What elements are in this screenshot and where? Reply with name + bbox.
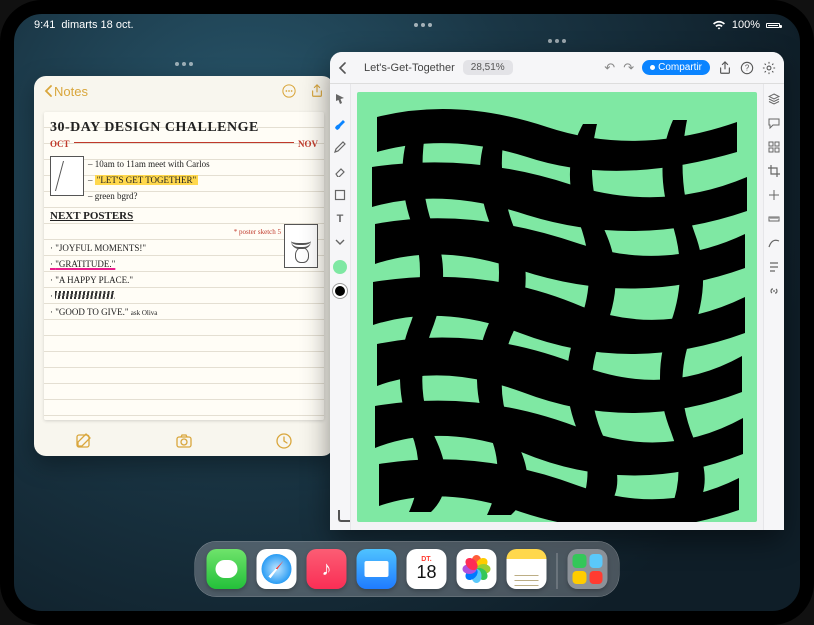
note-line: · "GOOD TO GIVE." ask Oliva (50, 304, 318, 321)
chevron-down-icon[interactable] (333, 236, 347, 250)
color-swatch-primary[interactable] (333, 260, 347, 274)
link-icon[interactable] (767, 284, 781, 298)
sketch-thumbnail (50, 156, 84, 196)
color-swatch-secondary[interactable] (333, 284, 347, 298)
left-tool-column: T (330, 84, 351, 530)
cursor-icon[interactable] (333, 92, 347, 106)
chevron-left-icon (44, 85, 52, 97)
note-months: OCT NOV (50, 136, 318, 152)
sketch-caption: * poster sketch 5 (50, 224, 318, 240)
brush-icon[interactable] (333, 116, 347, 130)
app-mail[interactable] (357, 549, 397, 589)
app-photos[interactable] (457, 549, 497, 589)
notes-back-label: Notes (54, 84, 88, 99)
panels-icon[interactable] (767, 140, 781, 154)
clock-icon[interactable] (275, 432, 293, 450)
app-notes[interactable] (507, 549, 547, 589)
note-line: · "A HAPPY PLACE." (50, 272, 318, 288)
app-messages[interactable] (207, 549, 247, 589)
ruler-icon[interactable] (767, 212, 781, 226)
notes-back-button[interactable]: Notes (44, 84, 88, 99)
presence-dot-icon (650, 65, 655, 70)
calendar-day: 18 (416, 563, 436, 581)
redo-icon[interactable]: ↷ (623, 60, 634, 76)
share-button[interactable]: Compartir (642, 60, 710, 75)
app-library[interactable] (568, 549, 608, 589)
crop-icon[interactable] (767, 164, 781, 178)
pencil-icon[interactable] (333, 140, 347, 154)
note-title: 30-DAY DESIGN CHALLENGE (50, 120, 318, 136)
layers-icon[interactable] (767, 92, 781, 106)
export-icon[interactable] (718, 61, 732, 75)
window-dots-icon[interactable] (175, 62, 193, 66)
note-line: · "JOYFUL MOMENTS!" (50, 240, 318, 256)
stage-manager-dots-icon (408, 23, 438, 28)
wifi-icon (712, 20, 726, 30)
comment-icon[interactable] (767, 116, 781, 130)
help-icon[interactable]: ? (740, 61, 754, 75)
guides-icon[interactable] (767, 188, 781, 202)
document-title[interactable]: Let's-Get-Together (364, 62, 455, 74)
share-icon[interactable] (310, 84, 324, 98)
notes-window[interactable]: Notes 30-DAY DESIGN CHALLENGE OCT NOV – … (34, 76, 334, 456)
drawing-window[interactable]: Let's-Get-Together 28,51% ↶ ↷ Compartir … (330, 52, 784, 530)
battery-percent: 100% (732, 19, 760, 31)
shape-icon[interactable] (333, 188, 347, 202)
app-calendar[interactable]: DT. 18 (407, 549, 447, 589)
app-safari[interactable] (257, 549, 297, 589)
drawing-toolbar: Let's-Get-Together 28,51% ↶ ↷ Compartir … (330, 52, 784, 84)
notes-content[interactable]: 30-DAY DESIGN CHALLENGE OCT NOV – 10am t… (34, 106, 334, 426)
note-subheading: NEXT POSTERS (50, 208, 318, 224)
zoom-level[interactable]: 28,51% (463, 60, 513, 75)
artwork-strokes (357, 92, 757, 522)
eraser-icon[interactable] (333, 164, 347, 178)
undo-icon[interactable]: ↶ (604, 60, 615, 76)
note-line: – 10am to 11am meet with Carlos (50, 156, 318, 172)
resize-handle-icon[interactable] (338, 510, 350, 522)
gear-icon[interactable] (762, 61, 776, 75)
ellipsis-circle-icon[interactable] (282, 84, 296, 98)
dock-separator (557, 553, 558, 589)
note-line: – green bgrd? (50, 188, 318, 204)
note-line: · (50, 288, 318, 304)
dock: ♪ DT. 18 (195, 541, 620, 597)
right-tool-column (763, 84, 784, 530)
status-time: 9:41 (34, 19, 55, 31)
canvas-area[interactable] (351, 84, 763, 530)
status-bar: 9:41 dimarts 18 oct. 100% (14, 14, 800, 36)
note-line: – "LET'S GET TOGETHER" (50, 172, 318, 188)
share-label: Compartir (658, 62, 702, 73)
curve-icon[interactable] (767, 236, 781, 250)
notes-toolbar: Notes (34, 76, 334, 106)
status-date: dimarts 18 oct. (61, 19, 133, 31)
artwork-canvas[interactable] (357, 92, 757, 522)
battery-icon (766, 23, 780, 28)
camera-icon[interactable] (175, 432, 193, 450)
chevron-left-icon[interactable] (338, 62, 346, 74)
month-to: NOV (298, 136, 318, 152)
compose-icon[interactable] (75, 432, 93, 450)
sketch-face (284, 224, 318, 268)
app-music[interactable]: ♪ (307, 549, 347, 589)
ipad-frame: 9:41 dimarts 18 oct. 100% Notes 30-DAY D… (0, 0, 814, 625)
window-dots-icon[interactable] (548, 39, 566, 43)
svg-text:?: ? (745, 63, 750, 72)
notes-bottom-toolbar (34, 426, 334, 456)
notes-page-left: 30-DAY DESIGN CHALLENGE OCT NOV – 10am t… (44, 112, 324, 420)
month-from: OCT (50, 136, 70, 152)
note-line: · "GRATITUDE." (50, 256, 318, 272)
align-icon[interactable] (767, 260, 781, 274)
text-icon[interactable]: T (333, 212, 347, 226)
